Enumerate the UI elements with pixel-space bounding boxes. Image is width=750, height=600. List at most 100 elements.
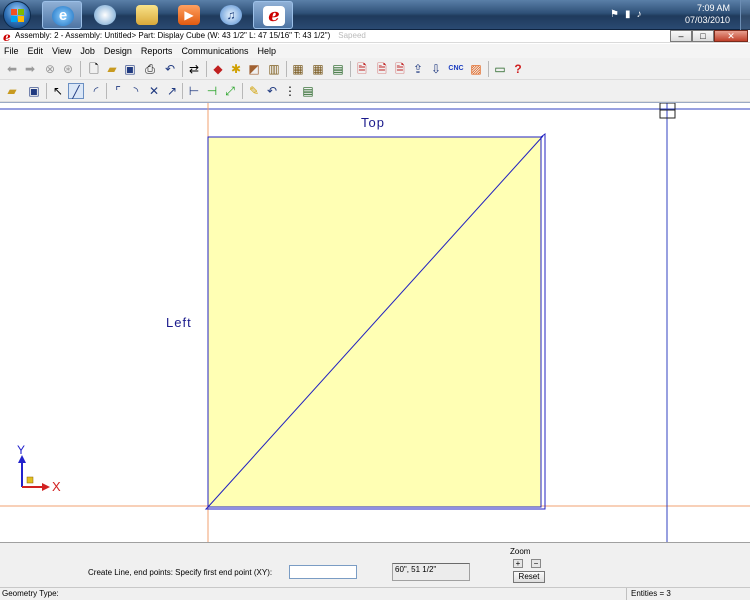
export-icon[interactable]: ⇪ bbox=[410, 61, 426, 77]
toolbar-separator bbox=[80, 61, 81, 77]
z-axis-marker bbox=[26, 476, 34, 484]
menu-edit[interactable]: Edit bbox=[28, 46, 44, 56]
stop-icon[interactable]: ⊗ bbox=[42, 61, 58, 77]
color-icon[interactable]: ▨ bbox=[468, 61, 484, 77]
axis-label-y: Y bbox=[17, 443, 26, 457]
back-icon[interactable]: ⬅ bbox=[4, 61, 20, 77]
menu-bar: File Edit View Job Design Reports Commun… bbox=[0, 44, 750, 58]
entities-label: Entities = bbox=[631, 589, 665, 598]
zoom-in-button[interactable]: + bbox=[513, 559, 523, 568]
monitor-icon[interactable]: ▭ bbox=[492, 61, 508, 77]
open-icon[interactable]: ▰ bbox=[4, 83, 20, 99]
app-logo-icon: e bbox=[3, 30, 11, 44]
menu-communications[interactable]: Communications bbox=[181, 46, 248, 56]
signal-icon[interactable]: ▮ bbox=[625, 9, 637, 20]
menu-help[interactable]: Help bbox=[257, 46, 276, 56]
report-icon[interactable]: 🗎 bbox=[354, 61, 370, 77]
explode-icon[interactable]: ✱ bbox=[228, 61, 244, 77]
arc-icon[interactable]: ◜ bbox=[88, 83, 104, 99]
folder-icon bbox=[136, 5, 158, 25]
save-icon[interactable]: ▣ bbox=[26, 83, 42, 99]
window-controls: – □ ✕ bbox=[670, 30, 748, 43]
report-icon[interactable]: 🗎 bbox=[392, 61, 408, 77]
arrow-line-icon[interactable]: ↗ bbox=[164, 83, 180, 99]
arc-right-icon[interactable]: ◝ bbox=[128, 83, 144, 99]
report-icon[interactable]: ▤ bbox=[330, 61, 346, 77]
import-icon[interactable]: ⇩ bbox=[428, 61, 444, 77]
outlook-icon bbox=[94, 5, 116, 25]
minimize-button[interactable]: – bbox=[670, 30, 692, 42]
open-icon[interactable]: ▰ bbox=[104, 61, 120, 77]
entities-count: Entities = 3 bbox=[626, 588, 736, 600]
toolbar-separator bbox=[350, 61, 351, 77]
refresh-icon[interactable]: ⊛ bbox=[60, 61, 76, 77]
show-desktop-button[interactable] bbox=[740, 0, 750, 30]
zoom-out-button[interactable]: − bbox=[531, 559, 541, 568]
edge-icon[interactable]: ◩ bbox=[246, 61, 262, 77]
maximize-button[interactable]: □ bbox=[692, 30, 714, 42]
dimension-icon[interactable]: ⊢ bbox=[186, 83, 202, 99]
axis-label-x: X bbox=[52, 479, 61, 494]
toolbar-separator bbox=[106, 83, 107, 99]
flag-icon[interactable]: ⚑ bbox=[610, 9, 625, 20]
command-prompt: Create Line, end points: Specify first e… bbox=[88, 568, 273, 577]
taskbar-internet-explorer[interactable]: e bbox=[42, 1, 82, 29]
layers-icon[interactable]: ▤ bbox=[300, 83, 316, 99]
drawing-canvas[interactable]: Top Left Y X bbox=[0, 102, 750, 542]
entities-value: 3 bbox=[666, 589, 671, 598]
rotate-icon[interactable]: ↶ bbox=[264, 83, 280, 99]
mirror-icon[interactable]: ⊣ bbox=[204, 83, 220, 99]
print-icon[interactable]: ⎙ bbox=[142, 61, 158, 77]
volume-icon[interactable]: ♪ bbox=[636, 9, 647, 20]
help-icon[interactable]: ? bbox=[510, 61, 526, 77]
window-title: Assembly: 2 - Assembly: Untitled> Part: … bbox=[15, 31, 331, 40]
door-icon[interactable]: ▥ bbox=[266, 61, 282, 77]
drawing-svg bbox=[0, 103, 750, 542]
clock-time[interactable]: 7:09 AM bbox=[697, 3, 730, 13]
geometry-type-label: Geometry Type: bbox=[2, 589, 59, 598]
zoom-reset-button[interactable]: Reset bbox=[513, 571, 545, 583]
close-button[interactable]: ✕ bbox=[714, 30, 748, 42]
menu-job[interactable]: Job bbox=[80, 46, 95, 56]
new-icon[interactable]: 🗋 bbox=[86, 61, 102, 77]
undo-icon[interactable]: ↶ bbox=[162, 61, 178, 77]
save-icon[interactable]: ▣ bbox=[122, 61, 138, 77]
menu-design[interactable]: Design bbox=[104, 46, 132, 56]
stretch-icon[interactable]: ⤢ bbox=[222, 83, 238, 99]
paint-icon[interactable]: ◆ bbox=[210, 61, 226, 77]
taskbar-cad-app[interactable]: e bbox=[253, 1, 293, 29]
x-axis-arrowhead bbox=[42, 483, 50, 491]
pdf-icon[interactable]: 🗎 bbox=[374, 61, 390, 77]
zoom-group: Zoom + − Reset bbox=[505, 547, 553, 587]
window-title-ghost: Sapeed bbox=[338, 31, 366, 40]
settings-icon[interactable]: ⇄ bbox=[186, 61, 202, 77]
taskbar-media-player[interactable]: ▶ bbox=[169, 1, 209, 29]
coordinate-readout: 60", 51 1/2" bbox=[392, 563, 470, 581]
start-button[interactable] bbox=[3, 1, 31, 29]
clock-date[interactable]: 07/03/2010 bbox=[685, 15, 730, 25]
taskbar-itunes[interactable]: ♫ bbox=[211, 1, 251, 29]
arc-left-icon[interactable]: ⌜ bbox=[110, 83, 126, 99]
grid-icon[interactable]: ⋮ bbox=[282, 83, 298, 99]
cnc-icon[interactable]: CNC bbox=[446, 61, 466, 77]
cross-icon[interactable]: ✕ bbox=[146, 83, 162, 99]
taskbar-outlook[interactable] bbox=[85, 1, 125, 29]
pointer-icon[interactable]: ↖ bbox=[50, 83, 66, 99]
forward-icon[interactable]: ➡ bbox=[22, 61, 38, 77]
line-icon[interactable]: ╱ bbox=[68, 83, 84, 99]
cabinet-icon[interactable]: ▦ bbox=[290, 61, 306, 77]
menu-file[interactable]: File bbox=[4, 46, 19, 56]
taskbar: e ▶ ♫ e ⚑▮♪ 7:09 AM 07/03/2010 bbox=[0, 0, 750, 30]
command-panel: Create Line, end points: Specify first e… bbox=[0, 542, 750, 587]
pencil-icon[interactable]: ✎ bbox=[246, 83, 262, 99]
taskbar-file-explorer[interactable] bbox=[127, 1, 167, 29]
menu-reports[interactable]: Reports bbox=[141, 46, 173, 56]
cabinet-icon[interactable]: ▦ bbox=[310, 61, 326, 77]
coordinate-input[interactable] bbox=[289, 565, 357, 579]
toolbar-separator bbox=[46, 83, 47, 99]
title-bar: e Assembly: 2 - Assembly: Untitled> Part… bbox=[0, 30, 750, 44]
view-label-left: Left bbox=[166, 315, 192, 330]
toolbar-separator bbox=[182, 61, 183, 77]
menu-view[interactable]: View bbox=[52, 46, 71, 56]
drawing-toolbar: ▰ ▣ ↖ ╱ ◜ ⌜ ◝ ✕ ↗ ⊢ ⊣ ⤢ ✎ ↶ ⋮ ▤ bbox=[0, 80, 750, 102]
